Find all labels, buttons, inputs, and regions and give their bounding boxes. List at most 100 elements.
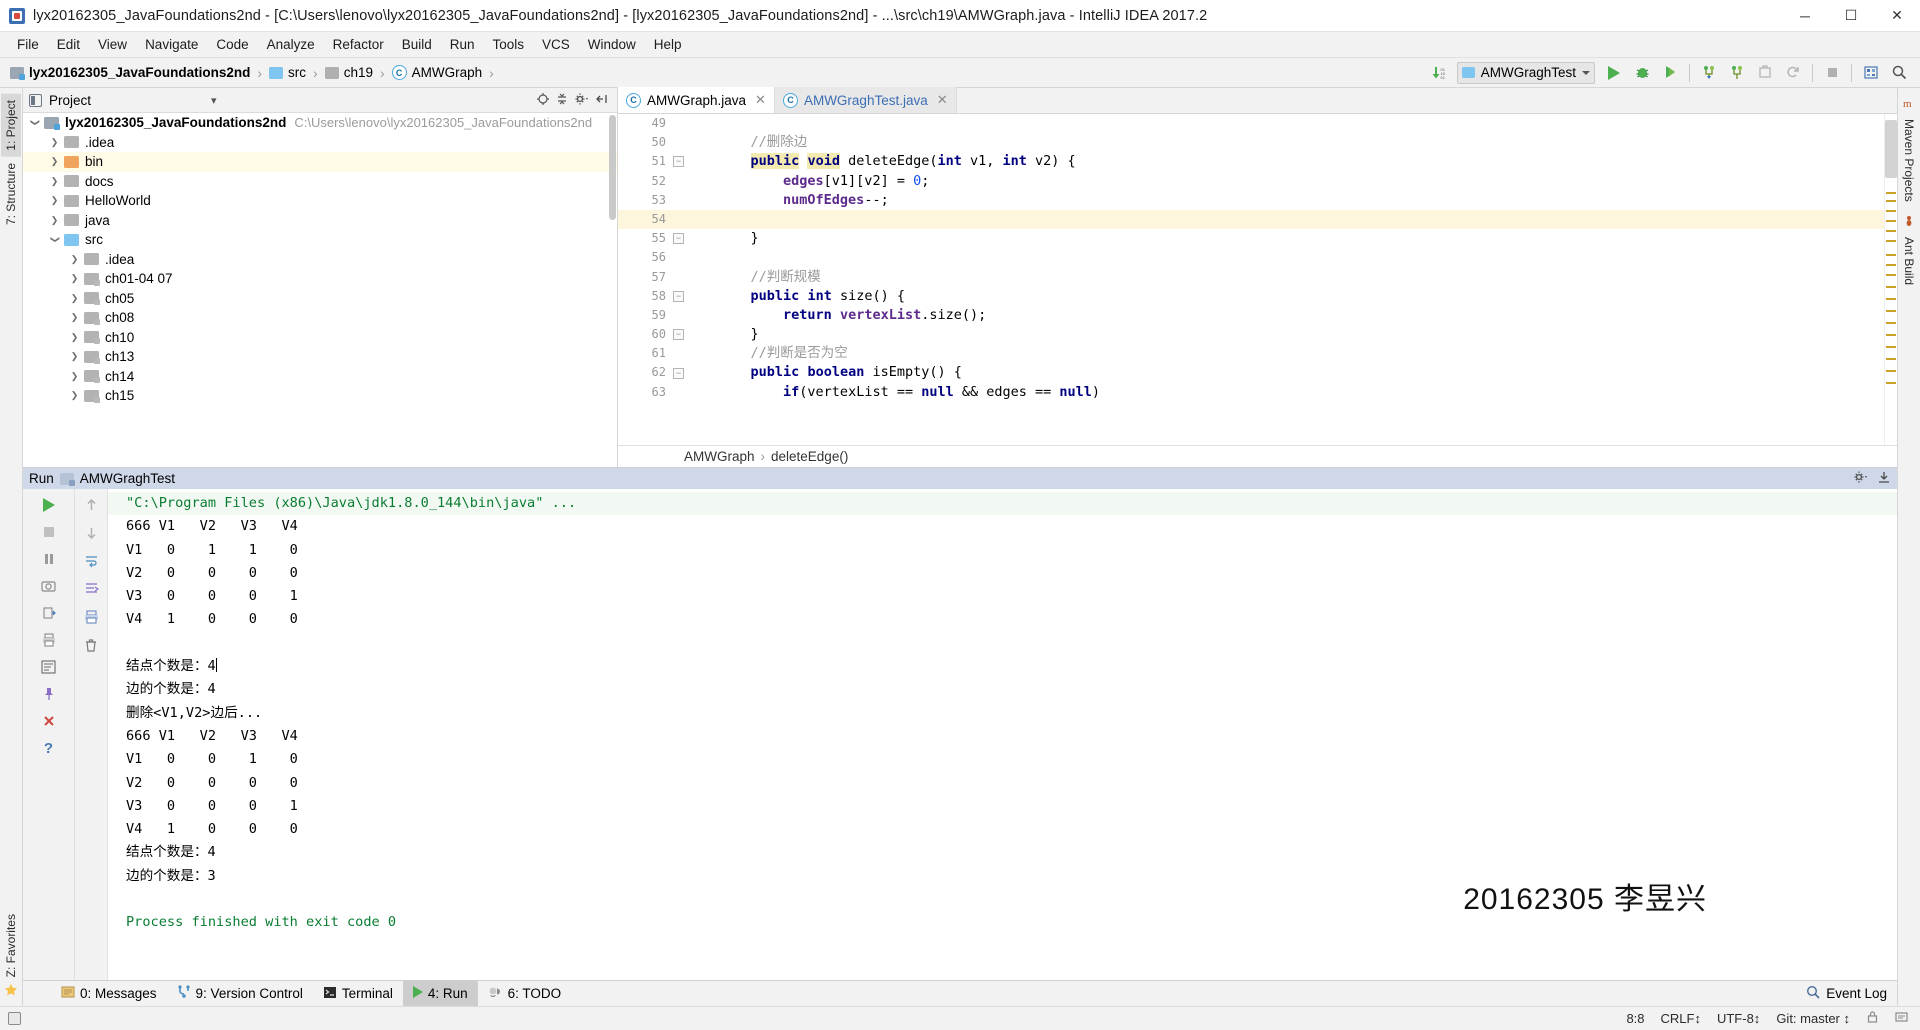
breadcrumb-method-name[interactable]: deleteEdge() bbox=[771, 449, 848, 464]
chevron-right-icon[interactable] bbox=[47, 195, 62, 206]
tree-node-ch01-04-07[interactable]: ch01-04 07 bbox=[23, 269, 617, 289]
code-fold-icon[interactable]: − bbox=[673, 291, 684, 302]
help-icon[interactable]: ? bbox=[37, 736, 61, 760]
tree-node-ch10[interactable]: ch10 bbox=[23, 328, 617, 348]
search-everywhere-icon[interactable] bbox=[1886, 61, 1912, 85]
stop-icon[interactable] bbox=[37, 520, 61, 544]
hide-panel-icon[interactable] bbox=[1877, 470, 1891, 487]
pin-icon[interactable] bbox=[37, 682, 61, 706]
code-analysis-marker[interactable] bbox=[1886, 298, 1896, 300]
attach-profiler-icon[interactable] bbox=[1696, 61, 1722, 85]
chevron-right-icon[interactable] bbox=[67, 254, 82, 265]
code-line-58[interactable]: public int size() { bbox=[710, 287, 1884, 306]
line-number-52[interactable]: 52 bbox=[618, 172, 710, 191]
camera-icon[interactable] bbox=[37, 574, 61, 598]
soft-wrap-icon[interactable] bbox=[79, 549, 103, 573]
sidebar-tab-project[interactable]: 1: Project bbox=[1, 94, 21, 157]
code-line-55[interactable]: } bbox=[710, 229, 1884, 248]
code-analysis-marker[interactable] bbox=[1886, 358, 1896, 360]
run-window-config-label[interactable]: AMWGraghTest bbox=[80, 471, 175, 486]
menu-tools[interactable]: Tools bbox=[484, 34, 534, 55]
line-number-56[interactable]: 56 bbox=[618, 248, 710, 267]
code-line-56[interactable] bbox=[710, 248, 1884, 267]
code-line-49[interactable] bbox=[710, 114, 1884, 133]
chevron-down-icon[interactable] bbox=[47, 234, 62, 245]
tree-node-lyx20162305-javafoundations2nd[interactable]: lyx20162305_JavaFoundations2ndC:\Users\l… bbox=[23, 113, 617, 133]
editor-scrollbar-thumb[interactable] bbox=[1885, 120, 1897, 178]
debug-icon[interactable] bbox=[1629, 61, 1655, 85]
breadcrumb-class-name[interactable]: AMWGraph bbox=[684, 449, 755, 464]
chevron-right-icon[interactable] bbox=[47, 215, 62, 226]
sidebar-tab-maven-projects[interactable]: Maven Projects bbox=[1899, 113, 1919, 208]
scroll-down-icon[interactable] bbox=[79, 521, 103, 545]
event-log-button[interactable]: Event Log bbox=[1806, 985, 1897, 1002]
code-line-51[interactable]: public void deleteEdge(int v1, int v2) { bbox=[710, 152, 1884, 171]
menu-view[interactable]: View bbox=[89, 34, 136, 55]
line-number-63[interactable]: 63 bbox=[618, 383, 710, 402]
chevron-right-icon[interactable] bbox=[47, 176, 62, 187]
sidebar-tab-favorites[interactable]: Z: Favorites bbox=[1, 908, 21, 983]
code-analysis-marker[interactable] bbox=[1886, 274, 1896, 276]
line-number-61[interactable]: 61 bbox=[618, 344, 710, 363]
scroll-up-icon[interactable] bbox=[79, 493, 103, 517]
scroll-to-end-icon[interactable] bbox=[79, 577, 103, 601]
console-output[interactable]: "C:\Program Files (x86)\Java\jdk1.8.0_14… bbox=[108, 489, 1897, 980]
line-number-51[interactable]: 51 bbox=[618, 152, 710, 171]
code-analysis-marker[interactable] bbox=[1886, 310, 1896, 312]
chevron-right-icon[interactable] bbox=[67, 351, 82, 362]
editor-tab-amwgraghtest[interactable]: C AMWGraghTest.java ✕ bbox=[775, 87, 957, 113]
code-fold-icon[interactable]: − bbox=[673, 156, 684, 167]
code-fold-icon[interactable]: − bbox=[673, 329, 684, 340]
wrap-text-icon[interactable] bbox=[37, 655, 61, 679]
favorites-star-icon[interactable] bbox=[4, 983, 18, 1006]
minimize-button[interactable]: ─ bbox=[1782, 0, 1828, 32]
menu-vcs[interactable]: VCS bbox=[533, 34, 579, 55]
print-icon[interactable] bbox=[37, 628, 61, 652]
line-number-58[interactable]: 58 bbox=[618, 287, 710, 306]
close-icon[interactable]: ✕ bbox=[755, 92, 766, 108]
close-icon[interactable]: ✕ bbox=[937, 92, 948, 108]
bottom-tab-terminal[interactable]: Terminal bbox=[313, 981, 403, 1007]
tree-node--idea[interactable]: .idea bbox=[23, 250, 617, 270]
line-number-54[interactable]: 54 bbox=[618, 210, 710, 229]
code-line-50[interactable]: //删除边 bbox=[710, 133, 1884, 152]
line-number-59[interactable]: 59 bbox=[618, 306, 710, 325]
chevron-right-icon[interactable] bbox=[67, 390, 82, 401]
tree-node-helloworld[interactable]: HelloWorld bbox=[23, 191, 617, 211]
code-line-52[interactable]: edges[v1][v2] = 0; bbox=[710, 172, 1884, 191]
tree-node-ch15[interactable]: ch15 bbox=[23, 386, 617, 406]
tree-node-ch08[interactable]: ch08 bbox=[23, 308, 617, 328]
bottom-tab-run[interactable]: 4: Run bbox=[403, 981, 478, 1007]
menu-navigate[interactable]: Navigate bbox=[136, 34, 207, 55]
chevron-right-icon[interactable] bbox=[67, 293, 82, 304]
menu-build[interactable]: Build bbox=[393, 34, 441, 55]
breadcrumb-src[interactable]: src bbox=[265, 64, 310, 81]
chevron-right-icon[interactable] bbox=[47, 137, 62, 148]
code-analysis-marker[interactable] bbox=[1886, 264, 1896, 266]
code-analysis-marker[interactable] bbox=[1886, 286, 1896, 288]
profile-icon[interactable] bbox=[1752, 61, 1778, 85]
code-analysis-marker[interactable] bbox=[1886, 192, 1896, 194]
line-number-49[interactable]: 49 bbox=[618, 114, 710, 133]
run-coverage-icon[interactable] bbox=[1657, 61, 1683, 85]
menu-window[interactable]: Window bbox=[579, 34, 645, 55]
settings-icon[interactable] bbox=[1895, 1010, 1908, 1027]
code-analysis-marker[interactable] bbox=[1886, 346, 1896, 348]
menu-file[interactable]: File bbox=[8, 34, 48, 55]
menu-edit[interactable]: Edit bbox=[48, 34, 89, 55]
layout-icon[interactable] bbox=[1858, 61, 1884, 85]
code-fold-icon[interactable]: − bbox=[673, 233, 684, 244]
caret-position[interactable]: 8:8 bbox=[1626, 1011, 1644, 1026]
bottom-tab-version-control[interactable]: 9: Version Control bbox=[167, 981, 313, 1007]
project-tree-scrollbar[interactable] bbox=[609, 115, 616, 220]
code-line-61[interactable]: //判断是否为空 bbox=[710, 344, 1884, 363]
tree-node-docs[interactable]: docs bbox=[23, 172, 617, 192]
chevron-right-icon[interactable] bbox=[47, 156, 62, 167]
maximize-button[interactable]: ☐ bbox=[1828, 0, 1874, 32]
chevron-down-icon[interactable] bbox=[27, 117, 42, 128]
locate-icon[interactable] bbox=[536, 92, 550, 109]
stop-icon[interactable] bbox=[1819, 61, 1845, 85]
code-analysis-marker[interactable] bbox=[1886, 210, 1896, 212]
chevron-right-icon[interactable] bbox=[67, 273, 82, 284]
delete-icon[interactable] bbox=[79, 633, 103, 657]
